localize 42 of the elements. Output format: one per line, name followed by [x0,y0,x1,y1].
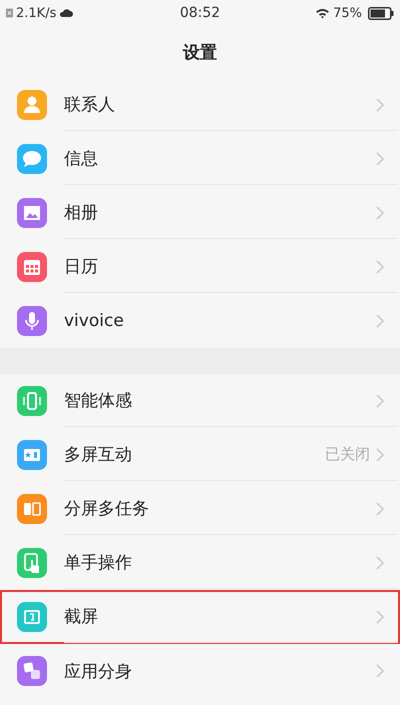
settings-row[interactable]: 分屏多任务 [0,482,400,536]
row-label: 智能体感 [64,390,133,412]
network-speed: 2.1K/s [16,6,56,20]
settings-row[interactable]: 单手操作 [0,536,400,590]
cloud-icon [59,8,74,18]
chevron-icon [376,394,384,408]
row-label: 截屏 [64,606,99,628]
chevron-icon [376,98,384,112]
row-label: 单手操作 [64,552,133,574]
clock-time: 08:52 [180,5,220,21]
wifi-icon [315,8,330,18]
settings-row[interactable]: 联系人 [0,78,400,132]
row-label: 应用分身 [64,660,133,682]
settings-row[interactable]: 信息 [0,132,400,186]
row-label: 相册 [64,202,99,224]
settings-row[interactable]: 日历 [0,240,400,294]
settings-row[interactable]: 智能体感 [0,374,400,428]
sim-icon [6,8,13,18]
settings-row[interactable]: 相册 [0,186,400,240]
chevron-icon [376,260,384,274]
chevron-icon [376,206,384,220]
row-label: 信息 [64,148,99,170]
row-label: 多屏互动 [64,444,133,466]
chevron-icon [376,152,384,166]
chevron-icon [376,314,384,328]
settings-row[interactable]: 多屏互动 已关闭 [0,428,400,482]
page-title: 设置 [183,42,217,64]
row-label: 分屏多任务 [64,498,150,520]
row-value: 已关闭 [325,445,370,464]
battery-percent: 75% [333,6,362,20]
settings-row[interactable]: vivoice [0,294,400,348]
battery-icon [368,6,394,20]
chevron-icon [376,556,384,570]
chevron-icon [376,448,384,462]
row-label: 联系人 [64,94,116,116]
row-label: 日历 [64,256,99,278]
row-label: vivoice [64,311,125,331]
chevron-icon [376,610,384,624]
settings-row[interactable]: 应用分身 [0,644,400,698]
settings-row[interactable]: 截屏 [0,590,400,644]
chevron-icon [376,664,384,678]
chevron-icon [376,502,384,516]
